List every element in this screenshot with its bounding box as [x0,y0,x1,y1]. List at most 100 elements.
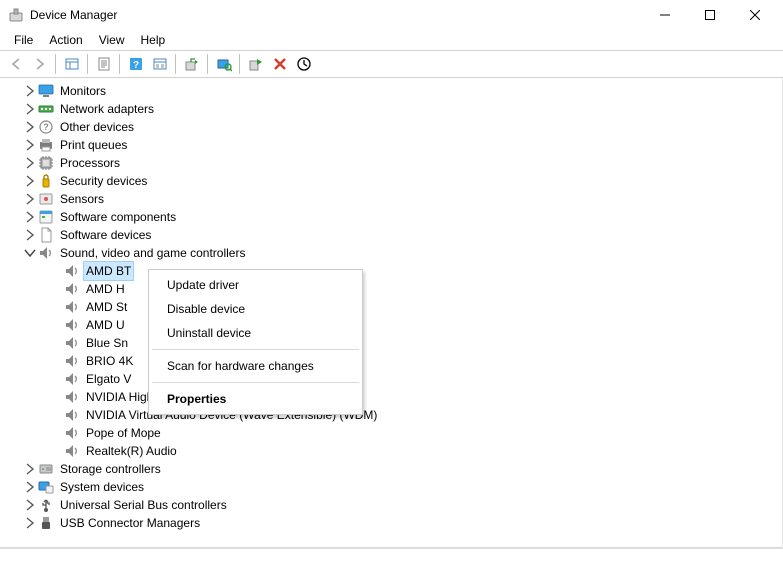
toolbar-separator [87,54,88,74]
toolbar-separator [55,54,56,74]
chevron-right-icon[interactable] [22,479,38,495]
tree-node-pope-of-mope[interactable]: Pope of Mope [0,424,782,442]
tree-node-print-queues[interactable]: Print queues [0,136,782,154]
tree-node-system-devices[interactable]: System devices [0,478,782,496]
toolbar-scan-hardware-button[interactable] [212,53,235,75]
toolbar-back-button[interactable] [4,53,27,75]
tree-label: Universal Serial Bus controllers [58,496,229,514]
tree-node-amd-h[interactable]: AMD H [0,280,782,298]
context-menu-update-driver[interactable]: Update driver [149,273,362,297]
tree-label: Monitors [58,82,108,100]
software-icon [38,209,54,225]
tree-node-software-components[interactable]: Software components [0,208,782,226]
tree-node-realtek-audio[interactable]: Realtek(R) Audio [0,442,782,460]
chevron-right-icon[interactable] [22,101,38,117]
toolbar-uninstall-device-button[interactable] [268,53,291,75]
tree-node-network-adapters[interactable]: Network adapters [0,100,782,118]
maximize-button[interactable] [687,0,732,30]
speaker-icon [64,389,80,405]
toolbar-help-button[interactable]: ? [124,53,147,75]
menubar: File Action View Help [0,30,783,50]
tree-label: AMD H [84,280,127,298]
toolbar-update-driver-button[interactable] [180,53,203,75]
usb-icon [38,497,54,513]
tree-node-blue-sn[interactable]: Blue Sn [0,334,782,352]
menu-action[interactable]: Action [41,32,90,48]
chevron-right-icon[interactable] [22,227,38,243]
speaker-icon [64,281,80,297]
speaker-icon [64,335,80,351]
tree-node-processors[interactable]: Processors [0,154,782,172]
menu-help[interactable]: Help [133,32,174,48]
tree-node-amd-st[interactable]: AMD St [0,298,782,316]
chevron-right-icon[interactable] [22,461,38,477]
chevron-right-icon[interactable] [22,515,38,531]
titlebar: Device Manager [0,0,783,30]
toolbar-show-hide-tree-button[interactable] [60,53,83,75]
tree-pane[interactable]: Monitors Network adapters Other devices … [0,78,782,548]
tree-label: Software devices [58,226,153,244]
cpu-icon [38,155,54,171]
context-menu: Update driver Disable device Uninstall d… [148,269,363,415]
tree-node-usb-connector-managers[interactable]: USB Connector Managers [0,514,782,532]
chevron-right-icon[interactable] [22,173,38,189]
tree-label: Network adapters [58,100,156,118]
printer-icon [38,137,54,153]
tree-node-other-devices[interactable]: Other devices [0,118,782,136]
tree-label: Blue Sn [84,334,130,352]
chevron-down-icon[interactable] [22,245,38,261]
spacer [48,353,64,369]
spacer [48,425,64,441]
toolbar-enable-device-button[interactable] [244,53,267,75]
speaker-icon [64,443,80,459]
menu-view[interactable]: View [91,32,133,48]
chevron-right-icon[interactable] [22,155,38,171]
toolbar-view-button[interactable] [148,53,171,75]
tree-label: BRIO 4K [84,352,135,370]
speaker-icon [64,425,80,441]
context-menu-uninstall-device[interactable]: Uninstall device [149,321,362,345]
chevron-right-icon[interactable] [22,191,38,207]
tree-node-storage-controllers[interactable]: Storage controllers [0,460,782,478]
close-button[interactable] [732,0,777,30]
tree-node-elgato-v[interactable]: Elgato V [0,370,782,388]
tree-node-monitors[interactable]: Monitors [0,82,782,100]
svg-text:?: ? [132,60,138,71]
app-icon [8,7,24,23]
tree-label: AMD U [84,316,127,334]
toolbar-properties-button[interactable] [92,53,115,75]
tree-node-security-devices[interactable]: Security devices [0,172,782,190]
toolbar-separator [175,54,176,74]
storage-icon [38,461,54,477]
tree-node-usb-controllers[interactable]: Universal Serial Bus controllers [0,496,782,514]
tree-node-nvidia-hd-audio[interactable]: NVIDIA High Definition Audio [0,388,782,406]
tree-label: USB Connector Managers [58,514,202,532]
context-menu-properties[interactable]: Properties [149,387,362,411]
minimize-button[interactable] [642,0,687,30]
tree-node-brio-4k[interactable]: BRIO 4K [0,352,782,370]
tree-node-sensors[interactable]: Sensors [0,190,782,208]
window-title: Device Manager [30,8,117,22]
context-menu-scan-hardware[interactable]: Scan for hardware changes [149,354,362,378]
monitor-icon [38,83,54,99]
tree-label: System devices [58,478,146,496]
chevron-right-icon[interactable] [22,119,38,135]
tree-node-nvidia-virtual-audio[interactable]: NVIDIA Virtual Audio Device (Wave Extens… [0,406,782,424]
tree-node-amd-bt[interactable]: AMD BT [0,262,782,280]
chevron-right-icon[interactable] [22,83,38,99]
toolbar-separator [239,54,240,74]
chevron-right-icon[interactable] [22,497,38,513]
tree-label: Sound, video and game controllers [58,244,247,262]
toolbar-disable-device-button[interactable] [292,53,315,75]
statusbar [0,548,783,566]
menu-file[interactable]: File [6,32,41,48]
lock-icon [38,173,54,189]
context-menu-disable-device[interactable]: Disable device [149,297,362,321]
tree-node-sound-video-game-controllers[interactable]: Sound, video and game controllers [0,244,782,262]
toolbar-forward-button[interactable] [28,53,51,75]
spacer [48,443,64,459]
chevron-right-icon[interactable] [22,209,38,225]
chevron-right-icon[interactable] [22,137,38,153]
tree-node-amd-u[interactable]: AMD U [0,316,782,334]
tree-node-software-devices[interactable]: Software devices [0,226,782,244]
